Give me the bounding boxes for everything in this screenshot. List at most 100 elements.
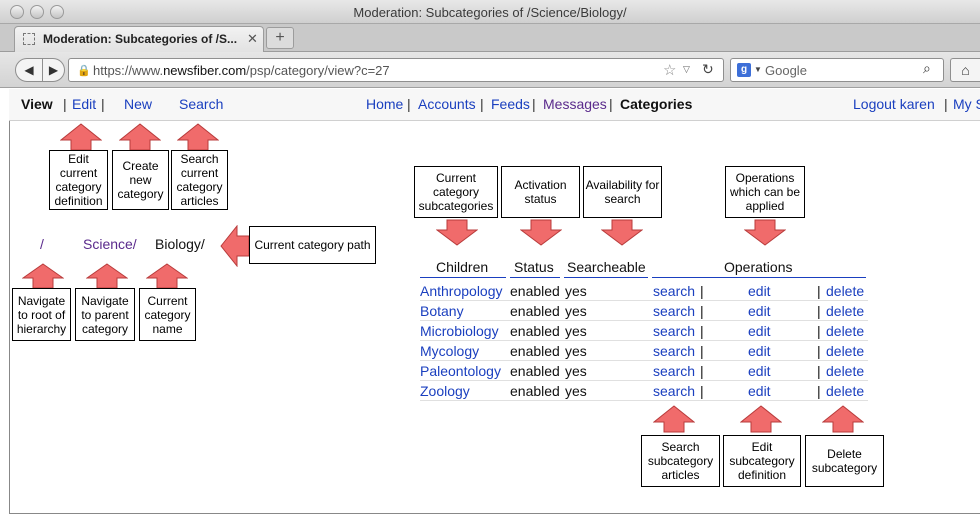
- divider: [510, 277, 560, 278]
- delete-subcategory-link[interactable]: delete: [826, 363, 864, 379]
- edit-subcategory-link[interactable]: edit: [748, 363, 771, 379]
- window-titlebar: Moderation: Subcategories of /Science/Bi…: [0, 0, 980, 24]
- delete-subcategory-link[interactable]: delete: [826, 383, 864, 399]
- searchable-cell: yes: [565, 343, 587, 359]
- new-link[interactable]: New: [124, 96, 152, 112]
- divider: |: [700, 383, 704, 399]
- divider: |: [944, 96, 948, 112]
- search-subcategory-link[interactable]: search: [653, 383, 695, 399]
- edit-link[interactable]: Edit: [72, 96, 96, 112]
- column-header-status: Status: [514, 259, 554, 275]
- divider: [652, 277, 866, 278]
- url-text[interactable]: https://www.newsfiber.com/psp/category/v…: [93, 63, 390, 78]
- down-arrow-icon: [436, 219, 478, 246]
- address-bar[interactable]: 🔒 https://www.newsfiber.com/psp/category…: [68, 58, 724, 82]
- annotation-edit-sub: Edit subcategory definition: [723, 435, 801, 487]
- annotation-current-path: Current category path: [249, 226, 376, 264]
- path-root-link[interactable]: /: [40, 236, 44, 252]
- reload-icon[interactable]: ↻: [702, 61, 714, 78]
- forward-button[interactable]: ▶: [43, 58, 65, 82]
- annotation-delete-sub: Delete subcategory: [805, 435, 884, 487]
- home-icon[interactable]: ⌂: [950, 58, 980, 82]
- column-header-operations: Operations: [724, 259, 793, 275]
- delete-subcategory-link[interactable]: delete: [826, 283, 864, 299]
- subcategory-link[interactable]: Microbiology: [420, 323, 499, 339]
- search-subcategory-link[interactable]: search: [653, 283, 695, 299]
- edit-subcategory-link[interactable]: edit: [748, 323, 771, 339]
- my-link[interactable]: My S: [953, 96, 980, 112]
- search-icon[interactable]: ⌕: [923, 60, 931, 77]
- chevron-down-icon[interactable]: ▼: [754, 65, 762, 74]
- edit-subcategory-link[interactable]: edit: [748, 383, 771, 399]
- google-icon[interactable]: g: [737, 63, 751, 77]
- divider: |: [817, 363, 821, 379]
- searchable-cell: yes: [565, 303, 587, 319]
- edit-subcategory-link[interactable]: edit: [748, 283, 771, 299]
- nav-home[interactable]: Home: [366, 96, 403, 112]
- edit-subcategory-link[interactable]: edit: [748, 303, 771, 319]
- nav-feeds[interactable]: Feeds: [491, 96, 530, 112]
- search-subcategory-link[interactable]: search: [653, 343, 695, 359]
- divider: |: [609, 96, 613, 112]
- status-cell: enabled: [510, 323, 560, 339]
- annotation-edit-current: Edit current category definition: [49, 150, 108, 210]
- annotation-availability: Availability for search: [583, 166, 662, 218]
- up-arrow-icon: [22, 263, 64, 289]
- divider: |: [817, 303, 821, 319]
- tab-title: Moderation: Subcategories of /S...: [43, 32, 238, 46]
- table-row: Zoology enabled yes search | edit | dele…: [420, 381, 868, 401]
- divider: |: [101, 96, 105, 112]
- annotation-operations: Operations which can be applied: [725, 166, 805, 218]
- down-arrow-icon: [520, 219, 562, 246]
- nav-accounts[interactable]: Accounts: [418, 96, 476, 112]
- divider: |: [532, 96, 536, 112]
- divider: |: [817, 323, 821, 339]
- annotation-search-sub: Search subcategory articles: [641, 435, 720, 487]
- logout-link[interactable]: Logout karen: [853, 96, 935, 112]
- path-parent-link[interactable]: Science/: [83, 236, 137, 252]
- annotation-activation: Activation status: [501, 166, 580, 218]
- annotation-nav-parent: Navigate to parent category: [75, 288, 135, 341]
- status-cell: enabled: [510, 303, 560, 319]
- tab-moderation[interactable]: Moderation: Subcategories of /S... ✕: [14, 26, 264, 52]
- subcategory-link[interactable]: Zoology: [420, 383, 470, 399]
- bookmark-star-icon[interactable]: ☆: [663, 61, 676, 79]
- search-subcategory-link[interactable]: search: [653, 303, 695, 319]
- up-arrow-icon: [60, 123, 102, 151]
- column-header-children: Children: [436, 259, 489, 275]
- divider: |: [817, 283, 821, 299]
- new-tab-button[interactable]: +: [266, 27, 294, 49]
- up-arrow-icon: [86, 263, 128, 289]
- back-button[interactable]: ◀: [15, 58, 43, 82]
- divider: [9, 513, 980, 514]
- search-link[interactable]: Search: [179, 96, 223, 112]
- edit-subcategory-link[interactable]: edit: [748, 343, 771, 359]
- annotation-search-current: Search current category articles: [171, 150, 228, 210]
- divider: |: [700, 343, 704, 359]
- delete-subcategory-link[interactable]: delete: [826, 343, 864, 359]
- search-subcategory-link[interactable]: search: [653, 323, 695, 339]
- table-row: Anthropology enabled yes search | edit |…: [420, 281, 868, 301]
- subcategory-link[interactable]: Anthropology: [420, 283, 503, 299]
- window-title: Moderation: Subcategories of /Science/Bi…: [353, 5, 627, 20]
- table-row: Mycology enabled yes search | edit | del…: [420, 341, 868, 361]
- current-category-name: Biology/: [155, 236, 205, 252]
- up-arrow-icon: [146, 263, 188, 289]
- subcategory-link[interactable]: Botany: [420, 303, 464, 319]
- up-arrow-icon: [177, 123, 219, 151]
- lock-icon: 🔒: [77, 65, 91, 77]
- down-arrow-icon: [601, 219, 643, 246]
- close-tab-icon[interactable]: ✕: [247, 31, 258, 47]
- searchable-cell: yes: [565, 283, 587, 299]
- chevron-down-icon[interactable]: ▽: [683, 64, 690, 75]
- search-input[interactable]: g ▼ Google ⌕: [730, 58, 944, 82]
- subcategory-link[interactable]: Mycology: [420, 343, 479, 359]
- table-row: Paleontology enabled yes search | edit |…: [420, 361, 868, 381]
- divider: |: [700, 303, 704, 319]
- delete-subcategory-link[interactable]: delete: [826, 303, 864, 319]
- delete-subcategory-link[interactable]: delete: [826, 323, 864, 339]
- subcategory-link[interactable]: Paleontology: [420, 363, 501, 379]
- search-subcategory-link[interactable]: search: [653, 363, 695, 379]
- table-row: Microbiology enabled yes search | edit |…: [420, 321, 868, 341]
- nav-messages[interactable]: Messages: [543, 96, 607, 112]
